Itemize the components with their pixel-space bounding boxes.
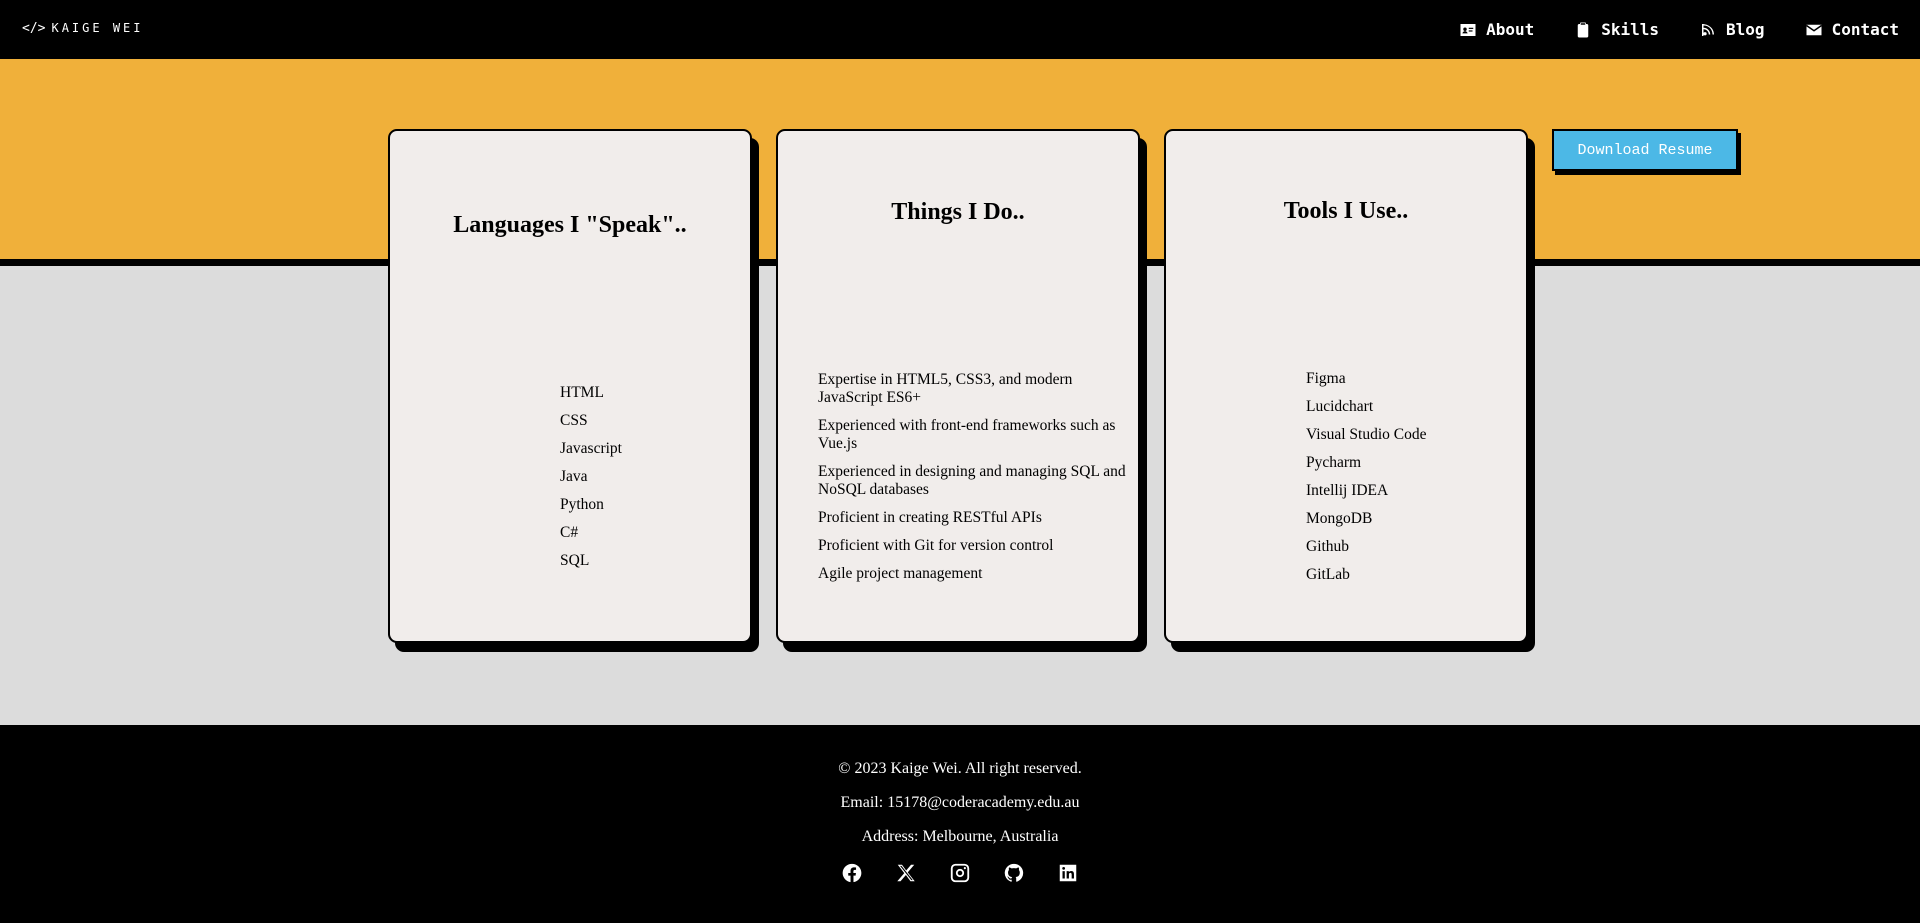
list-item: Proficient with Git for version control (818, 537, 1054, 554)
nav-link-blog[interactable]: Blog (1699, 20, 1765, 39)
nav-links: About Skills Blog Contact (1459, 0, 1920, 59)
nav-link-label: Contact (1831, 20, 1899, 39)
list-item: HTML (560, 384, 604, 401)
footer-copyright: © 2023 Kaige Wei. All right reserved. (838, 760, 1082, 777)
nav-link-label: About (1486, 20, 1535, 39)
nav-link-skills[interactable]: Skills (1574, 20, 1659, 39)
list-item: Python (560, 496, 604, 513)
download-resume-button[interactable]: Download Resume (1552, 129, 1738, 171)
list-item: SQL (560, 552, 590, 569)
list-item: Java (560, 468, 588, 485)
site-logo[interactable]: </> KAIGE WEI (22, 19, 144, 37)
linkedin-icon[interactable] (1057, 862, 1079, 884)
list-item: Proficient in creating RESTful APIs (818, 509, 1042, 526)
nav-link-label: Blog (1726, 20, 1765, 39)
list-item: C# (560, 524, 579, 541)
skill-card-things: Things I Do.. Expertise in HTML5, CSS3, … (776, 129, 1140, 643)
list-item: Intellij IDEA (1306, 482, 1389, 499)
footer-email: Email: 15178@coderacademy.edu.au (840, 794, 1080, 811)
list-item: Experienced in designing and managing SQ… (818, 463, 1126, 498)
languages-list: HTML CSS Javascript Java Python C# SQL (560, 384, 622, 580)
list-item: GitLab (1306, 566, 1350, 583)
skill-card-languages: Languages I "Speak".. HTML CSS Javascrip… (388, 129, 752, 643)
id-card-icon (1460, 23, 1476, 36)
list-item: CSS (560, 412, 588, 429)
list-item: Github (1306, 538, 1350, 555)
card-title: Things I Do.. (891, 199, 1025, 225)
footer-address: Address: Melbourne, Australia (861, 828, 1059, 845)
card-title: Tools I Use.. (1283, 198, 1409, 224)
github-icon[interactable] (1003, 862, 1025, 884)
tools-list: Figma Lucidchart Visual Studio Code Pych… (1306, 370, 1427, 594)
clipboard-icon (1577, 22, 1589, 37)
nav-link-contact[interactable]: Contact (1805, 20, 1899, 39)
list-item: Pycharm (1306, 454, 1362, 471)
list-item: Agile project management (818, 565, 983, 582)
list-item: MongoDB (1306, 510, 1373, 527)
nav-link-about[interactable]: About (1459, 20, 1534, 39)
navbar: </> KAIGE WEI About Skills Blog Contact (0, 0, 1920, 59)
card-title: Languages I "Speak".. (453, 212, 687, 238)
code-icon: </> (22, 20, 46, 36)
footer: © 2023 Kaige Wei. All right reserved. Em… (0, 725, 1920, 923)
list-item: Experienced with front-end frameworks su… (818, 417, 1116, 452)
list-item: Lucidchart (1306, 398, 1374, 415)
things-list: Expertise in HTML5, CSS3, and modern Jav… (818, 371, 1140, 593)
list-item: Javascript (560, 440, 622, 457)
x-icon[interactable] (895, 862, 917, 884)
list-item: Figma (1306, 370, 1346, 387)
envelope-icon (1805, 24, 1822, 35)
logo-text: KAIGE WEI (51, 21, 144, 35)
instagram-icon[interactable] (949, 862, 971, 884)
social-links (0, 862, 1920, 884)
blog-icon (1702, 23, 1715, 36)
facebook-icon[interactable] (841, 862, 863, 884)
list-item: Expertise in HTML5, CSS3, and modern Jav… (818, 371, 1073, 406)
skill-card-tools: Tools I Use.. Figma Lucidchart Visual St… (1164, 129, 1528, 643)
list-item: Visual Studio Code (1306, 426, 1427, 443)
nav-link-label: Skills (1601, 20, 1660, 39)
